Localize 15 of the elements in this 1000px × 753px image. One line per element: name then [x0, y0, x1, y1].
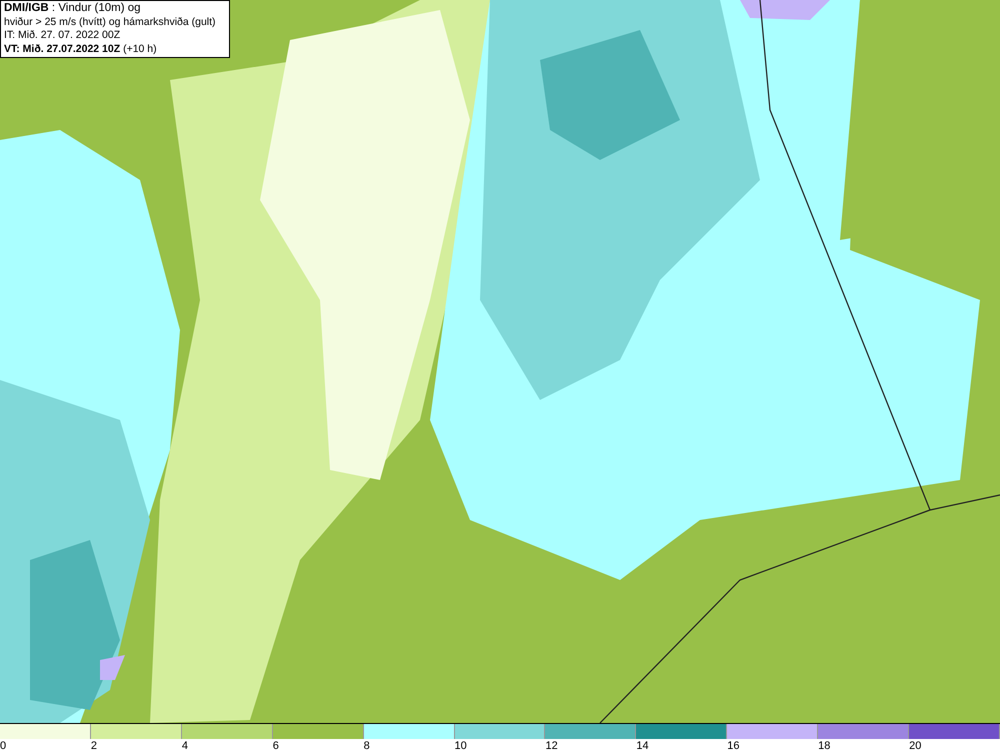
legend-label: 18 [818, 740, 830, 752]
legend-label: 12 [545, 740, 558, 752]
title-line: DMI/IGB : Vindur (10m) og [4, 2, 142, 16]
legend-label: 20 [909, 740, 922, 752]
legend-label: 4 [182, 740, 188, 752]
title-line: IT: Mið. 27. 07. 2022 00Z [4, 29, 122, 42]
legend-label: 6 [272, 740, 279, 752]
legend-label: 10 [454, 740, 467, 752]
title-line: VT: Mið. 27.07.2022 10Z (+10 h) [4, 42, 158, 56]
legend-label: 16 [727, 740, 740, 752]
legend-label: 8 [364, 740, 370, 752]
title-line: hviður > 25 m/s (hvítt) og hámarkshviða (gult) [4, 16, 217, 29]
legend-label: 14 [636, 740, 649, 752]
legend-label: 0 [0, 740, 6, 752]
legend-label: 2 [90, 740, 98, 752]
